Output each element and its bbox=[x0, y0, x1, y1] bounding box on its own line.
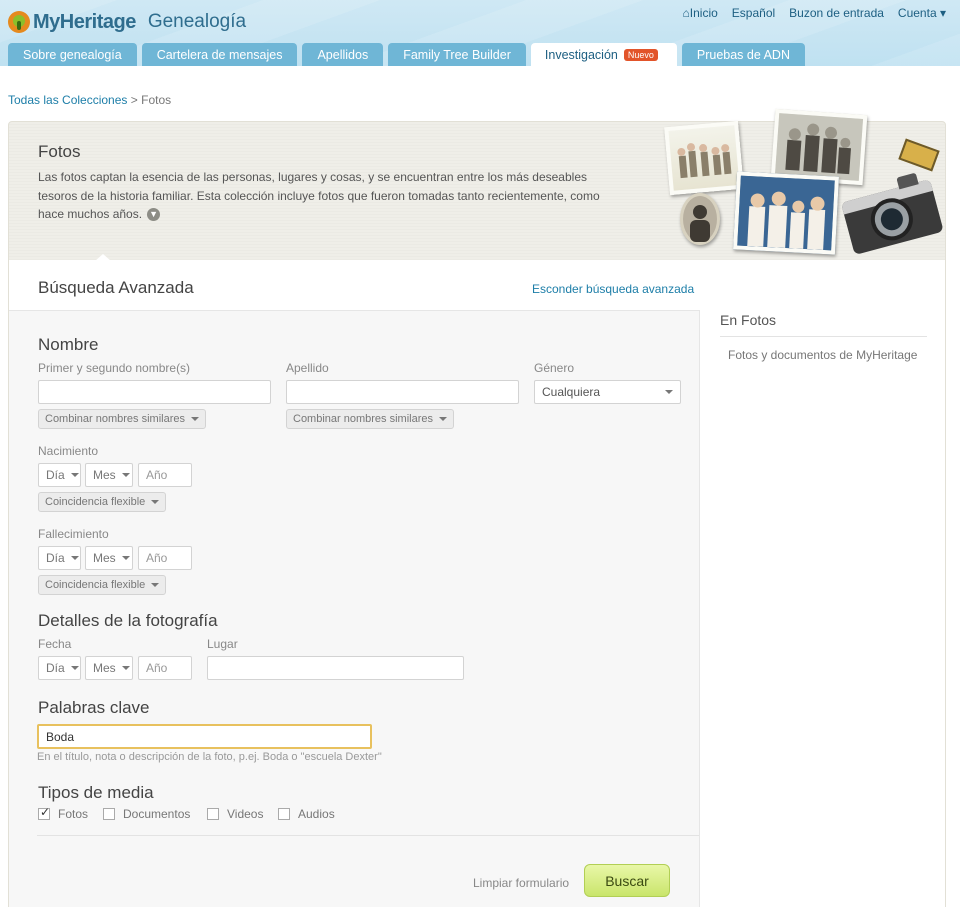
tab-apellidos[interactable]: Apellidos bbox=[302, 43, 384, 66]
tab-sobre-genealogia[interactable]: Sobre genealogía bbox=[8, 43, 137, 66]
chevron-down-icon bbox=[191, 417, 199, 421]
myheritage-logo[interactable]: MyHeritage Genealogía bbox=[8, 9, 246, 35]
chevron-down-icon bbox=[121, 556, 130, 560]
main-tabs: Sobre genealogía Cartelera de mensajes A… bbox=[8, 43, 805, 66]
home-icon: ⌂ bbox=[682, 6, 690, 20]
expand-icon[interactable]: ▼ bbox=[147, 208, 161, 222]
chevron-down-icon bbox=[70, 556, 79, 560]
home-link[interactable]: ⌂Inicio bbox=[683, 6, 718, 20]
chevron-down-icon bbox=[70, 473, 79, 477]
section-name: Genealogía bbox=[147, 11, 247, 32]
divider bbox=[37, 835, 699, 836]
last-name-label: Apellido bbox=[286, 361, 329, 375]
chevron-down-icon bbox=[121, 666, 130, 670]
chevron-down-icon bbox=[70, 666, 79, 670]
media-checkbox-documentos[interactable]: Documentos bbox=[103, 807, 190, 821]
clear-form-link[interactable]: Limpiar formulario bbox=[473, 876, 569, 890]
death-flex-dropdown[interactable]: Coincidencia flexible bbox=[38, 575, 167, 595]
checkbox-icon bbox=[207, 808, 219, 820]
brand-name: MyHeritage bbox=[33, 10, 136, 33]
photo-collage bbox=[655, 108, 945, 258]
chevron-down-icon bbox=[665, 390, 673, 394]
search-button[interactable]: Buscar bbox=[584, 864, 670, 897]
breadcrumb-link[interactable]: Todas las Colecciones bbox=[8, 93, 127, 107]
last-name-input[interactable] bbox=[286, 380, 519, 404]
photo-month-select[interactable]: Mes bbox=[85, 656, 133, 680]
death-month-select[interactable]: Mes bbox=[85, 546, 133, 570]
collection-title: Fotos bbox=[38, 142, 81, 161]
tab-family-tree-builder[interactable]: Family Tree Builder bbox=[388, 43, 526, 66]
first-name-input[interactable] bbox=[38, 380, 271, 404]
photo-place-input[interactable] bbox=[207, 656, 464, 680]
death-day-select[interactable]: Día bbox=[38, 546, 81, 570]
birth-label: Nacimiento bbox=[38, 444, 99, 458]
photo-year-input[interactable]: Año bbox=[138, 656, 192, 680]
name-heading: Nombre bbox=[38, 335, 99, 354]
tree-logo-icon bbox=[8, 11, 30, 33]
keywords-hint: En el título, nota o descripción de la f… bbox=[37, 751, 382, 763]
family-photo-image bbox=[664, 120, 744, 196]
collection-banner: Fotos Las fotos captan la esencia de las… bbox=[8, 108, 946, 261]
media-types-heading: Tipos de media bbox=[38, 783, 154, 802]
portrait-oval-image bbox=[680, 193, 720, 245]
first-name-similar-dropdown[interactable]: Combinar nombres similares bbox=[38, 409, 206, 429]
language-link[interactable]: Español bbox=[732, 6, 775, 20]
birth-day-select[interactable]: Día bbox=[38, 463, 81, 487]
keywords-input[interactable]: Boda bbox=[37, 724, 372, 749]
sidebar-collection-link[interactable]: Fotos y documentos de MyHeritage bbox=[728, 348, 917, 362]
top-links: ⌂Inicio Español Buzon de entrada Cuenta … bbox=[683, 6, 946, 20]
photo-details-heading: Detalles de la fotografía bbox=[38, 611, 218, 630]
tab-investigacion[interactable]: Investigación Nuevo bbox=[530, 43, 677, 66]
advanced-search-title: Búsqueda Avanzada bbox=[38, 278, 194, 297]
media-checkbox-videos[interactable]: Videos bbox=[207, 807, 263, 821]
death-year-input[interactable]: Año bbox=[138, 546, 192, 570]
checkbox-checked-icon bbox=[38, 805, 50, 820]
tab-cartelera[interactable]: Cartelera de mensajes bbox=[141, 43, 298, 66]
search-panel: Búsqueda Avanzada Esconder búsqueda avan… bbox=[8, 254, 946, 907]
site-header: MyHeritage Genealogía ⌂Inicio Español Bu… bbox=[0, 0, 960, 66]
film-roll-icon bbox=[898, 138, 940, 172]
chevron-down-icon bbox=[439, 417, 447, 421]
hide-advanced-search-link[interactable]: Esconder búsqueda avanzada bbox=[532, 282, 694, 296]
breadcrumb-current: Fotos bbox=[141, 93, 172, 107]
chevron-down-icon bbox=[151, 500, 160, 504]
media-checkbox-fotos[interactable]: Fotos bbox=[38, 805, 88, 821]
illustrated-family-image bbox=[733, 171, 839, 255]
tab-pruebas-adn[interactable]: Pruebas de ADN bbox=[681, 43, 805, 66]
new-badge: Nuevo bbox=[623, 48, 658, 61]
advanced-search-form: Nombre Primer y segundo nombre(s) Apelli… bbox=[9, 310, 700, 907]
gender-label: Género bbox=[534, 361, 575, 375]
last-name-similar-dropdown[interactable]: Combinar nombres similares bbox=[286, 409, 454, 429]
checkbox-icon bbox=[278, 808, 290, 820]
chevron-down-icon bbox=[151, 583, 160, 587]
keywords-heading: Palabras clave bbox=[38, 698, 150, 717]
chevron-down-icon bbox=[121, 473, 130, 477]
sidebar-title: En Fotos bbox=[720, 312, 777, 328]
chevron-down-icon: ▾ bbox=[939, 6, 946, 20]
account-menu[interactable]: Cuenta ▾ bbox=[898, 6, 946, 20]
collection-description: Las fotos captan la esencia de las perso… bbox=[38, 170, 600, 222]
photo-day-select[interactable]: Día bbox=[38, 656, 81, 680]
divider bbox=[720, 336, 927, 337]
photo-place-label: Lugar bbox=[207, 637, 238, 651]
photo-date-label: Fecha bbox=[38, 637, 72, 651]
death-label: Fallecimiento bbox=[38, 527, 109, 541]
checkbox-icon bbox=[103, 808, 115, 820]
birth-month-select[interactable]: Mes bbox=[85, 463, 133, 487]
first-name-label: Primer y segundo nombre(s) bbox=[38, 361, 191, 375]
birth-year-input[interactable]: Año bbox=[138, 463, 192, 487]
inbox-link[interactable]: Buzon de entrada bbox=[789, 6, 884, 20]
birth-flex-dropdown[interactable]: Coincidencia flexible bbox=[38, 492, 167, 512]
gender-select[interactable]: Cualquiera bbox=[534, 380, 681, 404]
media-checkbox-audios[interactable]: Audios bbox=[278, 807, 335, 821]
breadcrumb: Todas las Colecciones > Fotos bbox=[8, 93, 172, 107]
